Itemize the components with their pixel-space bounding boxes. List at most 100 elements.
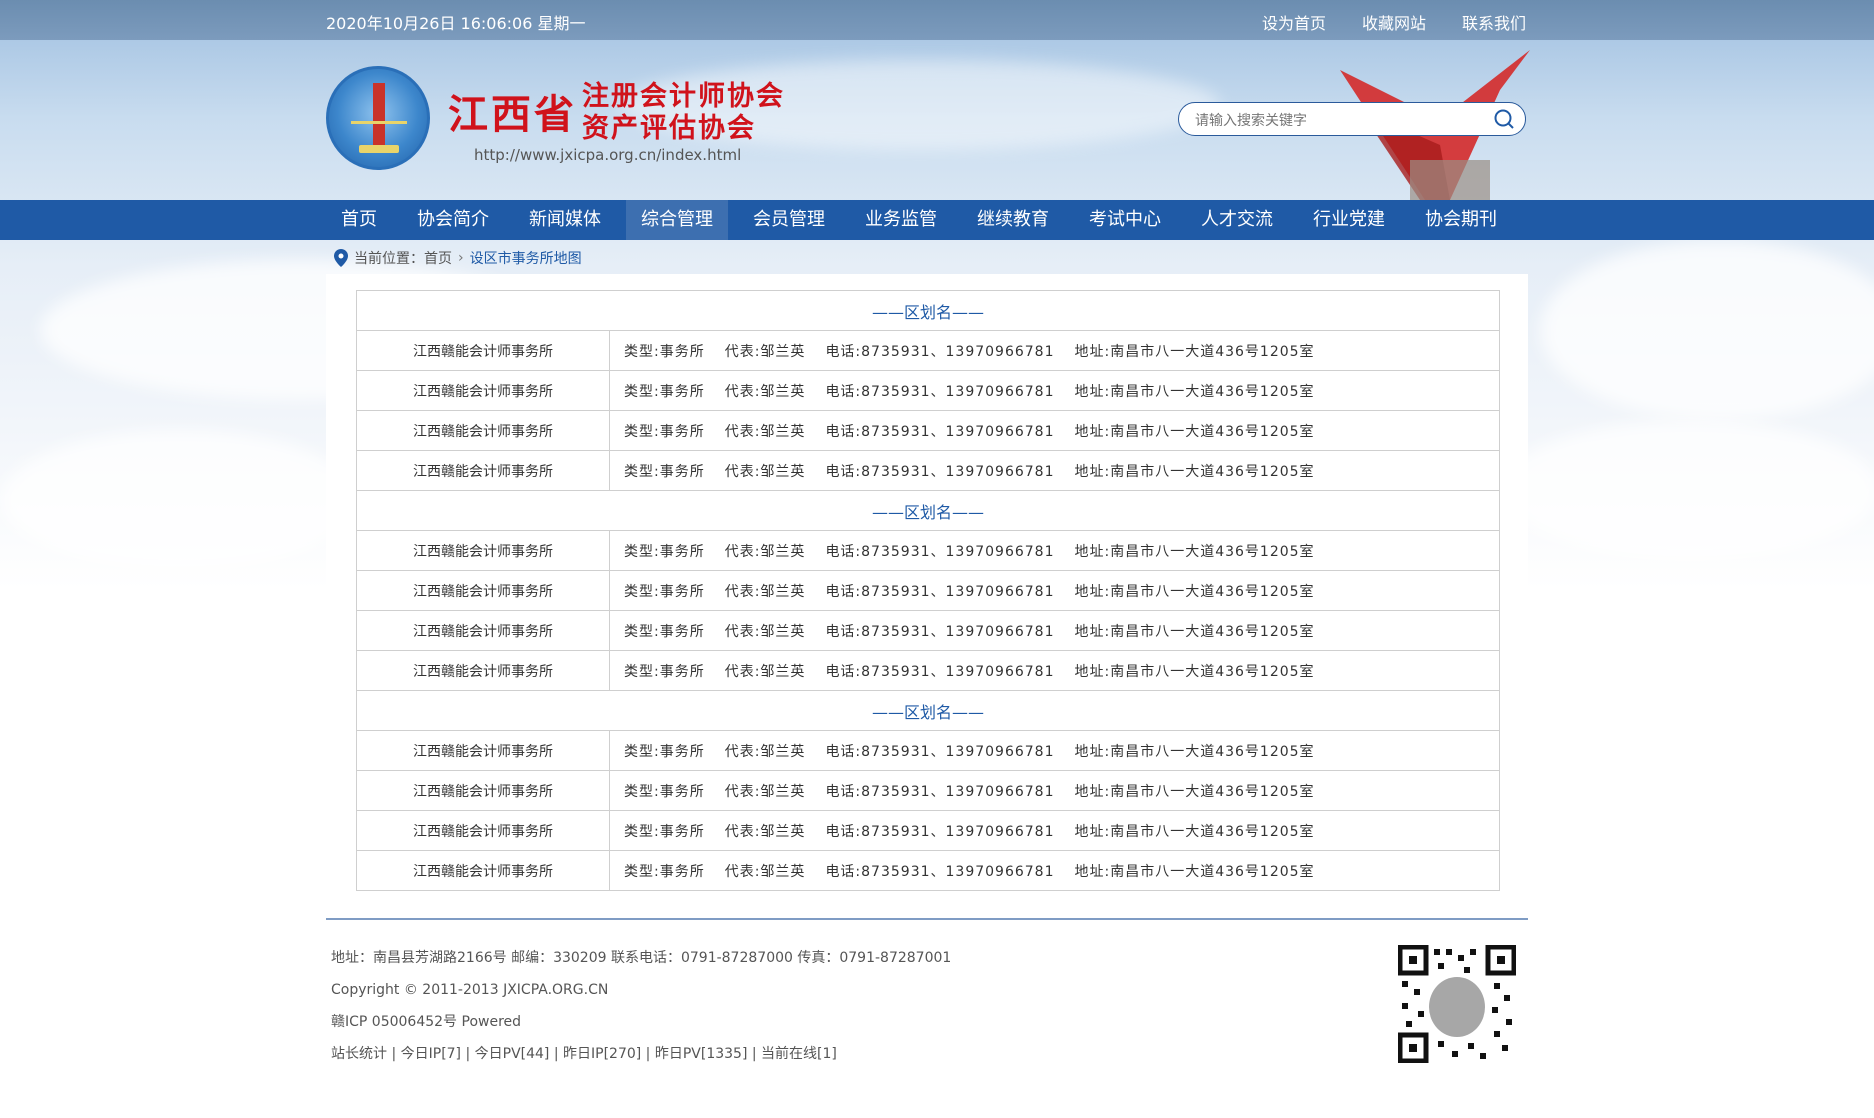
- firm-representative: 代表:邹兰英: [724, 743, 806, 760]
- table-row: 江西赣能会计师事务所 类型:事务所 代表:邹兰英 电话:8735931、139709…: [356, 730, 1500, 771]
- firm-address: 地址:南昌市八一大道436号1205室: [1074, 743, 1315, 760]
- firm-name[interactable]: 江西赣能会计师事务所: [356, 530, 610, 571]
- firm-name[interactable]: 江西赣能会计师事务所: [356, 810, 610, 851]
- firm-address: 地址:南昌市八一大道436号1205室: [1074, 623, 1315, 640]
- table-row: 江西赣能会计师事务所 类型:事务所 代表:邹兰英 电话:8735931、139709…: [356, 530, 1500, 571]
- firm-type: 类型:事务所: [624, 823, 705, 840]
- firm-info: 类型:事务所 代表:邹兰英 电话:8735931、13970966781 地址:南昌市…: [609, 610, 1500, 651]
- site-footer: 地址：南昌县芳湖路2166号 邮编：330209 联系电话：0791-87287…: [331, 942, 951, 1070]
- nav-item-education[interactable]: 继续教育: [962, 200, 1064, 240]
- firm-type: 类型:事务所: [624, 383, 705, 400]
- site-url: http://www.jxicpa.org.cn/index.html: [474, 146, 742, 164]
- nav-item-home[interactable]: 首页: [326, 200, 392, 240]
- table-row: 江西赣能会计师事务所 类型:事务所 代表:邹兰英 电话:8735931、139709…: [356, 410, 1500, 451]
- nav-item-exams[interactable]: 考试中心: [1074, 200, 1176, 240]
- nav-item-journal[interactable]: 协会期刊: [1410, 200, 1512, 240]
- firm-name[interactable]: 江西赣能会计师事务所: [356, 330, 610, 371]
- region-header: ——区划名——: [356, 290, 1500, 331]
- firm-directory-table: ——区划名—— 江西赣能会计师事务所 类型:事务所 代表:邹兰英 电话:873593…: [356, 290, 1500, 891]
- breadcrumb: 当前位置： 首页 › 设区市事务所地图: [334, 248, 582, 268]
- firm-name[interactable]: 江西赣能会计师事务所: [356, 770, 610, 811]
- firm-name[interactable]: 江西赣能会计师事务所: [356, 650, 610, 691]
- breadcrumb-home-link[interactable]: 首页: [424, 248, 452, 268]
- firm-type: 类型:事务所: [624, 463, 705, 480]
- main-nav: 首页 协会简介 新闻媒体 综合管理 会员管理 业务监管 继续教育 考试中心 人才…: [0, 200, 1874, 240]
- association-emblem-logo[interactable]: [326, 66, 430, 170]
- firm-address: 地址:南昌市八一大道436号1205室: [1074, 383, 1315, 400]
- firm-address: 地址:南昌市八一大道436号1205室: [1074, 543, 1315, 560]
- search-icon[interactable]: [1493, 108, 1515, 130]
- firm-phone: 电话:8735931、13970966781: [825, 423, 1055, 440]
- contact-us-link[interactable]: 联系我们: [1462, 10, 1526, 34]
- firm-name[interactable]: 江西赣能会计师事务所: [356, 410, 610, 451]
- current-datetime: 2020年10月26日 16:06:06 星期一: [326, 14, 586, 33]
- table-row: 江西赣能会计师事务所 类型:事务所 代表:邹兰英 电话:8735931、139709…: [356, 330, 1500, 371]
- firm-name[interactable]: 江西赣能会计师事务所: [356, 370, 610, 411]
- site-header: 江西省 注册会计师协会 资产评估协会 http://www.jxicpa.org…: [0, 40, 1874, 200]
- footer-copyright: Copyright © 2011-2013 JXICPA.ORG.CN: [331, 982, 609, 998]
- firm-info: 类型:事务所 代表:邹兰英 电话:8735931、13970966781 地址:南昌市…: [609, 850, 1500, 891]
- firm-info: 类型:事务所 代表:邹兰英 电话:8735931、13970966781 地址:南昌市…: [609, 370, 1500, 411]
- table-row: 江西赣能会计师事务所 类型:事务所 代表:邹兰英 电话:8735931、139709…: [356, 850, 1500, 891]
- firm-info: 类型:事务所 代表:邹兰英 电话:8735931、13970966781 地址:南昌市…: [609, 810, 1500, 851]
- footer-address: 地址：南昌县芳湖路2166号 邮编：330209 联系电话：0791-87287…: [331, 950, 952, 966]
- firm-info: 类型:事务所 代表:邹兰英 电话:8735931、13970966781 地址:南昌市…: [609, 330, 1500, 371]
- chevron-right-icon: ›: [458, 250, 464, 266]
- firm-address: 地址:南昌市八一大道436号1205室: [1074, 423, 1315, 440]
- firm-phone: 电话:8735931、13970966781: [825, 783, 1055, 800]
- firm-phone: 电话:8735931、13970966781: [825, 863, 1055, 880]
- nav-item-about[interactable]: 协会简介: [402, 200, 504, 240]
- firm-phone: 电话:8735931、13970966781: [825, 343, 1055, 360]
- set-homepage-link[interactable]: 设为首页: [1262, 10, 1326, 34]
- nav-item-news[interactable]: 新闻媒体: [514, 200, 616, 240]
- firm-name[interactable]: 江西赣能会计师事务所: [356, 850, 610, 891]
- content-panel: ——区划名—— 江西赣能会计师事务所 类型:事务所 代表:邹兰英 电话:873593…: [326, 274, 1528, 918]
- firm-name[interactable]: 江西赣能会计师事务所: [356, 450, 610, 491]
- firm-name[interactable]: 江西赣能会计师事务所: [356, 570, 610, 611]
- firm-representative: 代表:邹兰英: [724, 663, 806, 680]
- footer-icp[interactable]: 赣ICP 05006452号 Powered: [331, 1006, 951, 1038]
- firm-type: 类型:事务所: [624, 423, 705, 440]
- top-links: 设为首页 收藏网站 联系我们: [1262, 10, 1526, 34]
- firm-name[interactable]: 江西赣能会计师事务所: [356, 730, 610, 771]
- table-row: 江西赣能会计师事务所 类型:事务所 代表:邹兰英 电话:8735931、139709…: [356, 450, 1500, 491]
- firm-representative: 代表:邹兰英: [724, 463, 806, 480]
- firm-info: 类型:事务所 代表:邹兰英 电话:8735931、13970966781 地址:南昌市…: [609, 730, 1500, 771]
- firm-address: 地址:南昌市八一大道436号1205室: [1074, 343, 1315, 360]
- firm-name[interactable]: 江西赣能会计师事务所: [356, 610, 610, 651]
- firm-representative: 代表:邹兰英: [724, 863, 806, 880]
- firm-type: 类型:事务所: [624, 343, 705, 360]
- breadcrumb-current[interactable]: 设区市事务所地图: [470, 248, 582, 268]
- firm-address: 地址:南昌市八一大道436号1205室: [1074, 863, 1315, 880]
- nav-item-general-admin[interactable]: 综合管理: [626, 200, 728, 240]
- search-input[interactable]: [1193, 109, 1477, 133]
- region-header: ——区划名——: [356, 690, 1500, 731]
- firm-phone: 电话:8735931、13970966781: [825, 663, 1055, 680]
- firm-representative: 代表:邹兰英: [724, 583, 806, 600]
- table-row: 江西赣能会计师事务所 类型:事务所 代表:邹兰英 电话:8735931、139709…: [356, 650, 1500, 691]
- firm-info: 类型:事务所 代表:邹兰英 电话:8735931、13970966781 地址:南昌市…: [609, 770, 1500, 811]
- firm-address: 地址:南昌市八一大道436号1205室: [1074, 583, 1315, 600]
- nav-item-party[interactable]: 行业党建: [1298, 200, 1400, 240]
- firm-type: 类型:事务所: [624, 863, 705, 880]
- firm-phone: 电话:8735931、13970966781: [825, 543, 1055, 560]
- top-bar: 2020年10月26日 16:06:06 星期一 设为首页 收藏网站 联系我们: [0, 0, 1874, 40]
- firm-representative: 代表:邹兰英: [724, 783, 806, 800]
- table-row: 江西赣能会计师事务所 类型:事务所 代表:邹兰英 电话:8735931、139709…: [356, 610, 1500, 651]
- nav-item-members[interactable]: 会员管理: [738, 200, 840, 240]
- nav-item-talent[interactable]: 人才交流: [1186, 200, 1288, 240]
- firm-phone: 电话:8735931、13970966781: [825, 383, 1055, 400]
- bookmark-site-link[interactable]: 收藏网站: [1362, 10, 1426, 34]
- firm-type: 类型:事务所: [624, 623, 705, 640]
- footer-stats[interactable]: 站长统计 | 今日IP[7] | 今日PV[44] | 昨日IP[270] | …: [331, 1038, 951, 1070]
- firm-phone: 电话:8735931、13970966781: [825, 623, 1055, 640]
- table-row: 江西赣能会计师事务所 类型:事务所 代表:邹兰英 电话:8735931、139709…: [356, 370, 1500, 411]
- firm-info: 类型:事务所 代表:邹兰英 电话:8735931、13970966781 地址:南昌市…: [609, 570, 1500, 611]
- firm-type: 类型:事务所: [624, 663, 705, 680]
- firm-info: 类型:事务所 代表:邹兰英 电话:8735931、13970966781 地址:南昌市…: [609, 650, 1500, 691]
- nav-item-supervision[interactable]: 业务监管: [850, 200, 952, 240]
- table-row: 江西赣能会计师事务所 类型:事务所 代表:邹兰英 电话:8735931、139709…: [356, 810, 1500, 851]
- firm-info: 类型:事务所 代表:邹兰英 电话:8735931、13970966781 地址:南昌市…: [609, 410, 1500, 451]
- firm-address: 地址:南昌市八一大道436号1205室: [1074, 463, 1315, 480]
- firm-representative: 代表:邹兰英: [724, 823, 806, 840]
